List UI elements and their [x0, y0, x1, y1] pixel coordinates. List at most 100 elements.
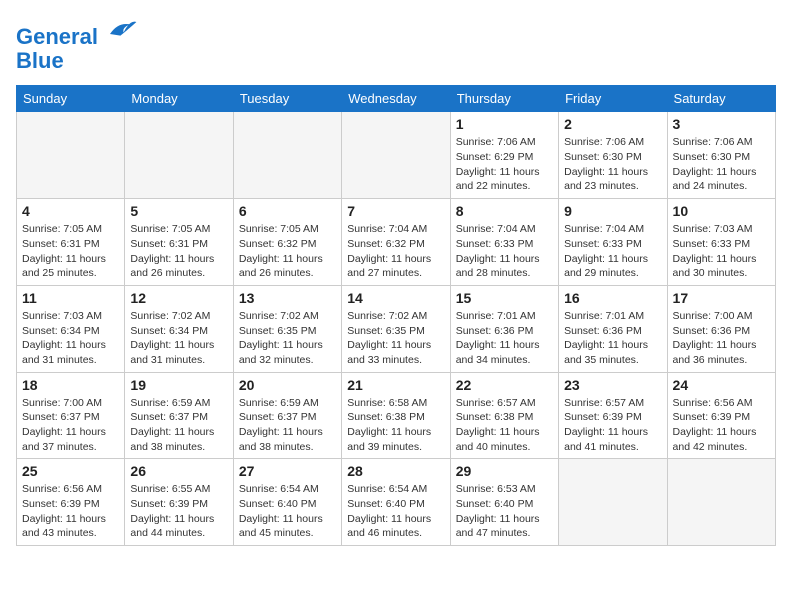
- day-info: Sunrise: 7:04 AM Sunset: 6:32 PM Dayligh…: [347, 222, 444, 281]
- weekday-header-sunday: Sunday: [17, 86, 125, 112]
- calendar-cell: 6Sunrise: 7:05 AM Sunset: 6:32 PM Daylig…: [233, 199, 341, 286]
- calendar-cell: 5Sunrise: 7:05 AM Sunset: 6:31 PM Daylig…: [125, 199, 233, 286]
- day-info: Sunrise: 7:04 AM Sunset: 6:33 PM Dayligh…: [564, 222, 661, 281]
- day-info: Sunrise: 7:02 AM Sunset: 6:35 PM Dayligh…: [347, 309, 444, 368]
- calendar-cell: 10 Sunrise: 7:03 AM Sunset: 6:33 PM Dayli…: [667, 199, 775, 286]
- calendar-row-2: 11 Sunrise: 7:03 AM Sunset: 6:34 PM Dayli…: [17, 285, 776, 372]
- calendar-cell: 26 Sunrise: 6:55 AM Sunset: 6:39 PM Dayli…: [125, 459, 233, 546]
- day-number: 1: [456, 116, 553, 132]
- logo: General Blue: [16, 16, 138, 73]
- day-number: 23: [564, 377, 661, 393]
- day-number: 12: [130, 290, 227, 306]
- day-info: Sunrise: 6:53 AM Sunset: 6:40 PM Dayligh…: [456, 482, 553, 541]
- header: General Blue: [16, 16, 776, 73]
- day-number: 26: [130, 463, 227, 479]
- calendar-cell: 15 Sunrise: 7:01 AM Sunset: 6:36 PM Dayli…: [450, 285, 558, 372]
- day-number: 3: [673, 116, 770, 132]
- day-number: 25: [22, 463, 119, 479]
- calendar-cell: 7 Sunrise: 7:04 AM Sunset: 6:32 PM Daylig…: [342, 199, 450, 286]
- calendar-cell: 23Sunrise: 6:57 AM Sunset: 6:39 PM Dayli…: [559, 372, 667, 459]
- day-number: 21: [347, 377, 444, 393]
- calendar-cell: 9 Sunrise: 7:04 AM Sunset: 6:33 PM Daylig…: [559, 199, 667, 286]
- calendar-cell: 28Sunrise: 6:54 AM Sunset: 6:40 PM Dayli…: [342, 459, 450, 546]
- day-number: 2: [564, 116, 661, 132]
- calendar-cell: 24 Sunrise: 6:56 AM Sunset: 6:39 PM Dayli…: [667, 372, 775, 459]
- logo-text: General: [16, 16, 138, 49]
- day-info: Sunrise: 7:02 AM Sunset: 6:35 PM Dayligh…: [239, 309, 336, 368]
- day-number: 29: [456, 463, 553, 479]
- day-info: Sunrise: 7:05 AM Sunset: 6:31 PM Dayligh…: [22, 222, 119, 281]
- day-number: 8: [456, 203, 553, 219]
- day-number: 19: [130, 377, 227, 393]
- day-number: 27: [239, 463, 336, 479]
- calendar-cell: 2Sunrise: 7:06 AM Sunset: 6:30 PM Daylig…: [559, 112, 667, 199]
- calendar-cell: 20 Sunrise: 6:59 AM Sunset: 6:37 PM Dayli…: [233, 372, 341, 459]
- calendar-cell: [233, 112, 341, 199]
- weekday-header-saturday: Saturday: [667, 86, 775, 112]
- calendar-cell: [559, 459, 667, 546]
- day-info: Sunrise: 7:05 AM Sunset: 6:32 PM Dayligh…: [239, 222, 336, 281]
- day-info: Sunrise: 6:56 AM Sunset: 6:39 PM Dayligh…: [673, 396, 770, 455]
- day-number: 17: [673, 290, 770, 306]
- calendar-cell: 1 Sunrise: 7:06 AM Sunset: 6:29 PM Daylig…: [450, 112, 558, 199]
- weekday-header-monday: Monday: [125, 86, 233, 112]
- day-number: 9: [564, 203, 661, 219]
- calendar-cell: [342, 112, 450, 199]
- weekday-header-thursday: Thursday: [450, 86, 558, 112]
- day-info: Sunrise: 7:04 AM Sunset: 6:33 PM Dayligh…: [456, 222, 553, 281]
- day-number: 10: [673, 203, 770, 219]
- day-info: Sunrise: 6:59 AM Sunset: 6:37 PM Dayligh…: [239, 396, 336, 455]
- calendar-cell: [125, 112, 233, 199]
- day-info: Sunrise: 7:02 AM Sunset: 6:34 PM Dayligh…: [130, 309, 227, 368]
- day-info: Sunrise: 6:59 AM Sunset: 6:37 PM Dayligh…: [130, 396, 227, 455]
- calendar-cell: 4 Sunrise: 7:05 AM Sunset: 6:31 PM Daylig…: [17, 199, 125, 286]
- calendar-cell: 11 Sunrise: 7:03 AM Sunset: 6:34 PM Dayli…: [17, 285, 125, 372]
- logo-blue: Blue: [16, 49, 138, 73]
- day-number: 20: [239, 377, 336, 393]
- weekday-header-row: SundayMondayTuesdayWednesdayThursdayFrid…: [17, 86, 776, 112]
- calendar-cell: 3 Sunrise: 7:06 AM Sunset: 6:30 PM Daylig…: [667, 112, 775, 199]
- calendar-cell: 12 Sunrise: 7:02 AM Sunset: 6:34 PM Dayli…: [125, 285, 233, 372]
- day-info: Sunrise: 7:00 AM Sunset: 6:37 PM Dayligh…: [22, 396, 119, 455]
- day-number: 11: [22, 290, 119, 306]
- weekday-header-friday: Friday: [559, 86, 667, 112]
- calendar-row-0: 1 Sunrise: 7:06 AM Sunset: 6:29 PM Daylig…: [17, 112, 776, 199]
- weekday-header-tuesday: Tuesday: [233, 86, 341, 112]
- calendar-cell: 21 Sunrise: 6:58 AM Sunset: 6:38 PM Dayli…: [342, 372, 450, 459]
- day-number: 15: [456, 290, 553, 306]
- calendar-row-4: 25Sunrise: 6:56 AM Sunset: 6:39 PM Dayli…: [17, 459, 776, 546]
- calendar-cell: 22Sunrise: 6:57 AM Sunset: 6:38 PM Dayli…: [450, 372, 558, 459]
- calendar-cell: 13 Sunrise: 7:02 AM Sunset: 6:35 PM Dayli…: [233, 285, 341, 372]
- day-number: 28: [347, 463, 444, 479]
- calendar-cell: 8 Sunrise: 7:04 AM Sunset: 6:33 PM Daylig…: [450, 199, 558, 286]
- day-number: 16: [564, 290, 661, 306]
- day-info: Sunrise: 7:01 AM Sunset: 6:36 PM Dayligh…: [564, 309, 661, 368]
- day-number: 7: [347, 203, 444, 219]
- day-number: 22: [456, 377, 553, 393]
- day-info: Sunrise: 6:58 AM Sunset: 6:38 PM Dayligh…: [347, 396, 444, 455]
- calendar-cell: 25Sunrise: 6:56 AM Sunset: 6:39 PM Dayli…: [17, 459, 125, 546]
- calendar-cell: 19 Sunrise: 6:59 AM Sunset: 6:37 PM Dayli…: [125, 372, 233, 459]
- day-number: 4: [22, 203, 119, 219]
- weekday-header-wednesday: Wednesday: [342, 86, 450, 112]
- calendar-cell: 18 Sunrise: 7:00 AM Sunset: 6:37 PM Dayli…: [17, 372, 125, 459]
- day-info: Sunrise: 7:03 AM Sunset: 6:33 PM Dayligh…: [673, 222, 770, 281]
- day-info: Sunrise: 6:55 AM Sunset: 6:39 PM Dayligh…: [130, 482, 227, 541]
- calendar-cell: 27 Sunrise: 6:54 AM Sunset: 6:40 PM Dayli…: [233, 459, 341, 546]
- day-info: Sunrise: 7:06 AM Sunset: 6:30 PM Dayligh…: [673, 135, 770, 194]
- day-info: Sunrise: 6:54 AM Sunset: 6:40 PM Dayligh…: [239, 482, 336, 541]
- day-info: Sunrise: 7:00 AM Sunset: 6:36 PM Dayligh…: [673, 309, 770, 368]
- day-number: 13: [239, 290, 336, 306]
- calendar-cell: 16 Sunrise: 7:01 AM Sunset: 6:36 PM Dayli…: [559, 285, 667, 372]
- day-info: Sunrise: 7:01 AM Sunset: 6:36 PM Dayligh…: [456, 309, 553, 368]
- day-number: 24: [673, 377, 770, 393]
- day-number: 14: [347, 290, 444, 306]
- day-info: Sunrise: 7:06 AM Sunset: 6:29 PM Dayligh…: [456, 135, 553, 194]
- day-number: 18: [22, 377, 119, 393]
- calendar-cell: 29 Sunrise: 6:53 AM Sunset: 6:40 PM Dayli…: [450, 459, 558, 546]
- day-info: Sunrise: 7:03 AM Sunset: 6:34 PM Dayligh…: [22, 309, 119, 368]
- calendar-cell: [667, 459, 775, 546]
- logo-general: General: [16, 24, 98, 49]
- calendar-cell: 17 Sunrise: 7:00 AM Sunset: 6:36 PM Dayli…: [667, 285, 775, 372]
- day-number: 5: [130, 203, 227, 219]
